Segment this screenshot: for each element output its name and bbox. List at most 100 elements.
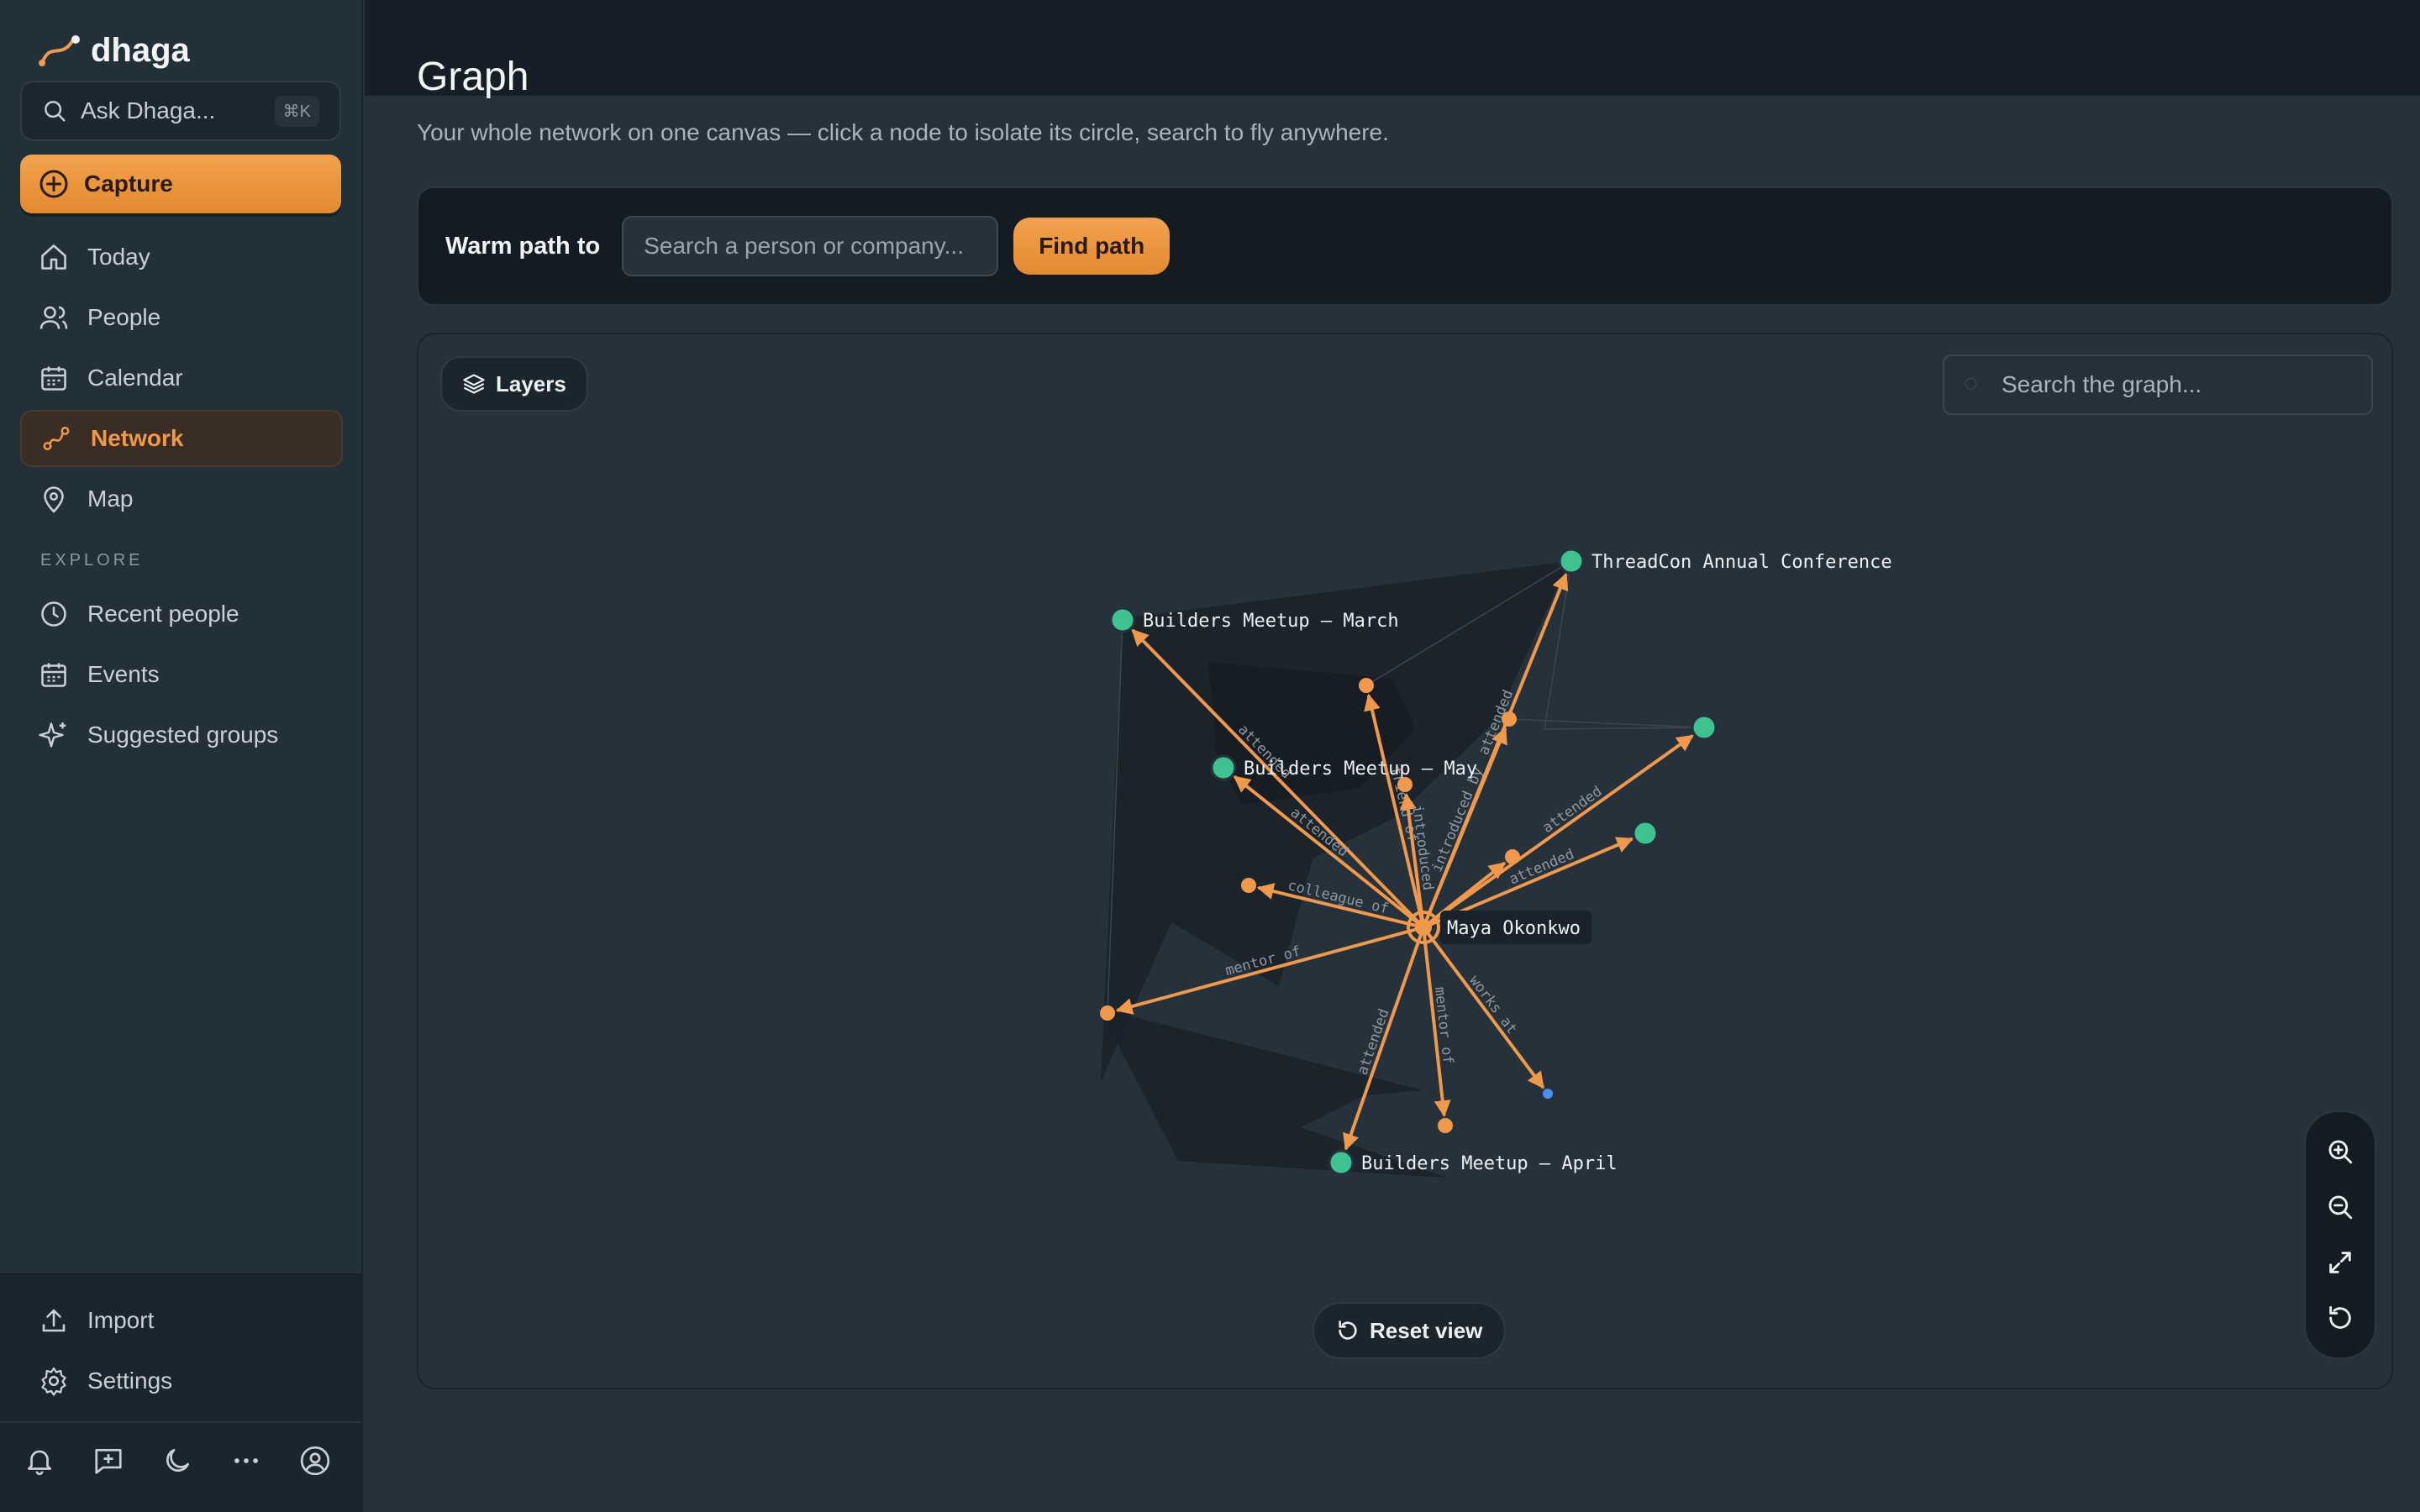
edge-label: attended	[1539, 783, 1605, 837]
thread-logo-icon	[39, 34, 81, 68]
moon-icon[interactable]	[161, 1445, 193, 1477]
page-subtitle: Your whole network on one canvas — click…	[417, 119, 1389, 145]
nav-item-people[interactable]: People	[20, 289, 343, 346]
refresh-icon[interactable]	[2326, 1304, 2354, 1332]
ask-label: Ask Dhaga...	[81, 97, 216, 123]
nav-label: Suggested groups	[87, 722, 279, 748]
nav-label: Today	[87, 244, 150, 270]
node-bm-march[interactable]	[1109, 606, 1136, 633]
node-p7[interactable]	[1505, 849, 1520, 864]
node-p1[interactable]	[1359, 678, 1374, 693]
message-plus-icon[interactable]	[92, 1445, 124, 1477]
shortcut-badge: ⌘K	[274, 95, 319, 127]
reset-icon	[1336, 1319, 1360, 1342]
capture-label: Capture	[84, 171, 173, 197]
nav-label: Events	[87, 661, 160, 687]
node-label: Builders Meetup — March	[1143, 611, 1399, 632]
nav-label: Calendar	[87, 365, 183, 391]
network-graph[interactable]: attendedattendedattendedfriend ofintrodu…	[418, 334, 2393, 1389]
reset-view-button[interactable]: Reset view	[1313, 1302, 1507, 1359]
app-name: dhaga	[91, 32, 190, 69]
nav-label: People	[87, 304, 161, 330]
node-p6[interactable]	[1438, 1118, 1453, 1133]
nav-label: Settings	[87, 1368, 173, 1394]
center-node-core[interactable]	[1415, 919, 1432, 936]
warm-path-bar: Warm path to Find path	[417, 186, 2393, 306]
home-icon	[39, 242, 69, 272]
nav-label: Network	[91, 425, 184, 451]
edge-bm-april[interactable]	[1343, 927, 1425, 1151]
node-bm-april[interactable]	[1328, 1149, 1355, 1176]
user-circle-icon[interactable]	[299, 1445, 331, 1477]
node-p3[interactable]	[1502, 711, 1517, 727]
cluster-hull	[1099, 1008, 1447, 1178]
brand[interactable]: dhaga	[39, 32, 190, 70]
nav-item-suggested-groups[interactable]: Suggested groups	[20, 706, 343, 764]
network-icon	[40, 423, 72, 454]
node-co1[interactable]	[1543, 1089, 1553, 1099]
node-bm-may[interactable]	[1210, 754, 1237, 781]
find-path-button[interactable]: Find path	[1013, 218, 1171, 275]
nav-item-calendar[interactable]: Calendar	[20, 349, 343, 407]
search-icon	[42, 98, 67, 123]
bell-icon[interactable]	[24, 1445, 55, 1477]
node-label: Builders Meetup — April	[1361, 1153, 1618, 1174]
node-p4[interactable]	[1241, 878, 1256, 893]
graph-search-input[interactable]: Search the graph...	[1943, 354, 2373, 415]
hull-line	[1544, 727, 1705, 730]
nav-label: Map	[87, 486, 134, 512]
gear-icon	[39, 1366, 69, 1396]
map-pin-icon	[39, 484, 69, 514]
top-bar	[365, 0, 2420, 96]
upload-icon	[39, 1305, 69, 1336]
warm-path-input[interactable]	[622, 216, 999, 276]
sidebar-footer	[24, 1445, 331, 1477]
node-label: ThreadCon Annual Conference	[1591, 552, 1892, 573]
sparkles-icon	[39, 720, 69, 750]
sidebar: dhaga Ask Dhaga... ⌘K Capture Today Peop…	[0, 0, 363, 1512]
nav-label: Import	[87, 1307, 155, 1333]
nav-item-import[interactable]: Import	[20, 1292, 343, 1349]
layers-icon	[462, 372, 486, 396]
nav-item-events[interactable]: Events	[20, 646, 343, 703]
zoom-in-icon[interactable]	[2326, 1137, 2354, 1166]
reset-view-label: Reset view	[1370, 1317, 1483, 1343]
nav-label: Recent people	[87, 601, 239, 627]
nav-item-map[interactable]: Map	[20, 470, 343, 528]
calendar-icon	[39, 363, 69, 393]
more-icon[interactable]	[230, 1445, 262, 1477]
people-icon	[39, 302, 69, 333]
node-p2[interactable]	[1397, 777, 1413, 792]
node-label: Builders Meetup — May	[1244, 759, 1477, 780]
nav-item-network[interactable]: Network	[20, 410, 343, 467]
zoom-out-icon[interactable]	[2326, 1193, 2354, 1221]
layers-button[interactable]: Layers	[440, 356, 588, 412]
nav-item-recent-people[interactable]: Recent people	[20, 585, 343, 643]
search-icon	[1963, 375, 1981, 394]
graph-search-placeholder: Search the graph...	[2002, 371, 2202, 397]
page-title: Graph	[417, 55, 529, 99]
node-ev-right2[interactable]	[1632, 820, 1659, 847]
ask-dhaga-search[interactable]: Ask Dhaga... ⌘K	[20, 81, 341, 141]
explore-section-label: EXPLORE	[40, 551, 144, 570]
clock-icon	[39, 599, 69, 629]
layers-label: Layers	[496, 370, 566, 396]
graph-canvas[interactable]: attended attended attended friend of introdu…	[417, 333, 2393, 1389]
warm-path-label: Warm path to	[445, 232, 601, 260]
capture-button[interactable]: Capture	[20, 155, 341, 213]
fit-screen-icon[interactable]	[2326, 1248, 2354, 1277]
calendar-icon	[39, 659, 69, 690]
zoom-controls	[2304, 1110, 2376, 1359]
node-threadcon[interactable]	[1558, 548, 1585, 575]
node-label: Maya Okonkwo	[1447, 918, 1581, 939]
node-p5[interactable]	[1100, 1005, 1115, 1021]
nav-item-settings[interactable]: Settings	[20, 1352, 343, 1410]
nav-item-today[interactable]: Today	[20, 228, 343, 286]
footer-divider	[0, 1421, 361, 1423]
edge-label: attended	[1355, 1006, 1393, 1077]
hull-line	[1508, 718, 1705, 728]
node-ev-right1[interactable]	[1691, 714, 1718, 741]
edge-label: works at	[1465, 973, 1520, 1038]
plus-circle-icon	[39, 169, 69, 199]
edge-label: introduced by	[1428, 764, 1486, 874]
